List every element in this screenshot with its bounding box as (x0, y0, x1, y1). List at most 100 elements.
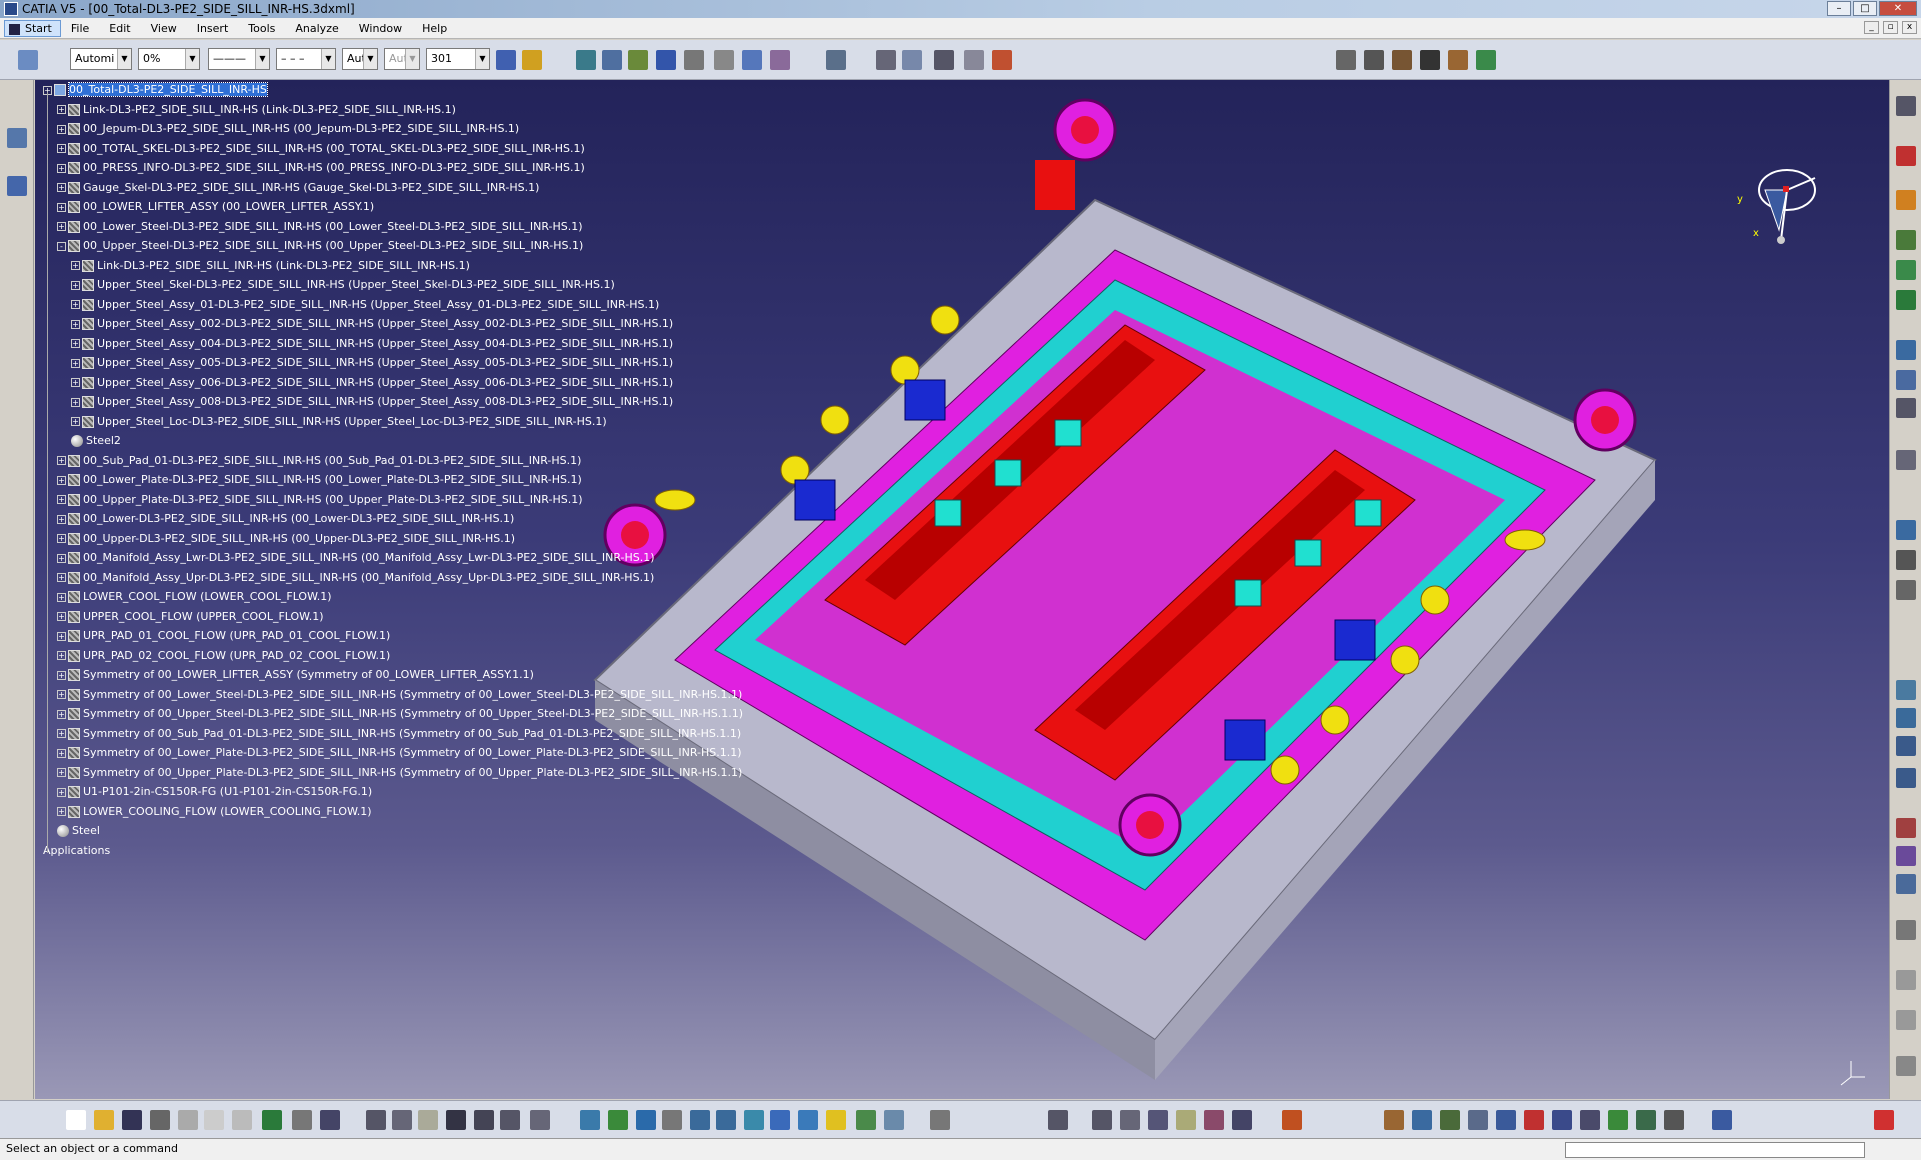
menu-edit[interactable]: Edit (99, 22, 140, 35)
new-part-icon[interactable] (1896, 260, 1916, 280)
tree-node[interactable]: + LOWER_COOL_FLOW (LOWER_COOL_FLOW.1) (57, 589, 332, 605)
tree-node[interactable]: +00_LOWER_LIFTER_ASSY (00_LOWER_LIFTER_A… (57, 199, 374, 215)
expand-toggle-icon[interactable]: + (57, 456, 66, 465)
menu-start[interactable]: Start (4, 19, 61, 37)
expand-toggle-icon[interactable]: + (71, 300, 80, 309)
save-data-icon[interactable] (1420, 50, 1440, 70)
filter-icon[interactable] (1608, 1110, 1628, 1130)
tree-node[interactable]: + Symmetry of 00_Sub_Pad_01-DL3-PE2_SIDE_… (57, 726, 741, 742)
auto-combo[interactable]: Automi ▼ (70, 48, 132, 70)
tree-node[interactable]: + Upper_Steel_Loc-DL3-PE2_SIDE_SILL_INR-H… (71, 414, 607, 430)
move-icon[interactable] (684, 50, 704, 70)
options-icon[interactable] (1412, 1110, 1432, 1130)
annotation-side-icon[interactable] (1896, 920, 1916, 940)
print-icon[interactable] (150, 1110, 170, 1130)
measure-bottom-icon[interactable] (930, 1110, 950, 1130)
expand-toggle-icon[interactable]: + (71, 261, 80, 270)
expand-toggle-icon[interactable]: + (57, 495, 66, 504)
camera-icon[interactable] (1896, 970, 1916, 990)
expand-toggle-icon[interactable]: + (57, 768, 66, 777)
drawing-icon[interactable] (1896, 768, 1916, 788)
expand-toggle-icon[interactable]: + (57, 787, 66, 797)
tree-node[interactable]: +00_Jepum-DL3-PE2_SIDE_SILL_INR-HS (00_J… (57, 121, 519, 137)
tool-icon[interactable] (1148, 1110, 1168, 1130)
expand-toggle-icon[interactable]: + (57, 592, 66, 602)
component-icon[interactable] (628, 50, 648, 70)
tree-node[interactable]: + Symmetry of 00_Upper_Plate-DL3-PE2_SIDE… (57, 765, 742, 781)
rotate-icon[interactable] (662, 1110, 682, 1130)
table-icon[interactable] (446, 1110, 466, 1130)
light-icon[interactable] (1896, 874, 1916, 894)
knowledge-icon[interactable] (392, 1110, 412, 1130)
analysis-icon[interactable] (1092, 1110, 1112, 1130)
gear-icon[interactable] (1120, 1110, 1140, 1130)
expand-toggle-icon[interactable]: + (71, 358, 80, 368)
expand-toggle-icon[interactable]: + (57, 163, 66, 173)
specs-icon[interactable] (1664, 1110, 1684, 1130)
link-icon[interactable] (1468, 1110, 1488, 1130)
cube-icon[interactable] (1896, 680, 1916, 700)
expand-toggle-icon[interactable]: + (57, 124, 66, 134)
bolt-icon[interactable] (1392, 50, 1412, 70)
layout-icon[interactable] (1896, 736, 1916, 756)
scene-icon[interactable] (1896, 580, 1916, 600)
texture-icon[interactable] (1204, 1110, 1224, 1130)
graph-icon[interactable] (474, 1110, 494, 1130)
cut-icon[interactable] (178, 1110, 198, 1130)
flag-icon[interactable] (964, 50, 984, 70)
measure-icon[interactable] (826, 50, 846, 70)
normal-view-icon[interactable] (744, 1110, 764, 1130)
insert-component-icon[interactable] (1896, 230, 1916, 250)
tree-node[interactable]: + Link-DL3-PE2_SIDE_SILL_INR-HS (Link-DL3… (71, 258, 470, 274)
compass-widget[interactable]: y x (1735, 160, 1825, 260)
sketch-icon[interactable] (7, 128, 27, 148)
tree-node[interactable]: Applications (43, 843, 110, 859)
tree-node[interactable]: +00_Manifold_Assy_Upr-DL3-PE2_SIDE_SILL_… (57, 570, 654, 586)
expand-toggle-icon[interactable]: + (57, 144, 66, 153)
tree-node[interactable]: + Upper_Steel_Assy_005-DL3-PE2_SIDE_SILL_… (71, 355, 673, 371)
material-icon[interactable] (1896, 846, 1916, 866)
expand-toggle-icon[interactable]: + (57, 573, 66, 582)
reorder-icon[interactable] (1896, 398, 1916, 418)
expand-toggle-icon[interactable]: + (57, 670, 66, 680)
menu-window[interactable]: Window (349, 22, 412, 35)
doc-restore-button[interactable]: ▫ (1883, 21, 1898, 34)
zoom-out-icon[interactable] (716, 1110, 736, 1130)
doc-close-button[interactable]: x (1902, 21, 1917, 34)
tree-node[interactable]: + Gauge_Skel-DL3-PE2_SIDE_SILL_INR-HS (Ga… (57, 180, 539, 196)
multi-view-icon[interactable] (770, 1110, 790, 1130)
select-arrow-icon[interactable] (1896, 190, 1916, 210)
table-edit-icon[interactable] (1636, 1110, 1656, 1130)
expand-toggle-icon[interactable]: + (57, 534, 66, 543)
expand-toggle-icon[interactable]: + (57, 631, 66, 641)
tree-node[interactable]: +00_TOTAL_SKEL-DL3-PE2_SIDE_SILL_INR-HS … (57, 141, 585, 157)
expand-toggle-icon[interactable]: + (57, 709, 66, 719)
tree-node[interactable]: +00_Sub_Pad_01-DL3-PE2_SIDE_SILL_INR-HS … (57, 453, 581, 469)
doc-minimize-button[interactable]: _ (1864, 21, 1879, 34)
tree-node[interactable]: Steel (57, 823, 100, 839)
update-icon[interactable] (1048, 1110, 1068, 1130)
new-product-icon[interactable] (1896, 290, 1916, 310)
expand-toggle-icon[interactable]: + (71, 378, 80, 387)
text-abc-icon[interactable] (902, 50, 922, 70)
menu-analyze[interactable]: Analyze (285, 22, 348, 35)
tree-node[interactable]: Steel2 (71, 433, 121, 449)
tree-node[interactable]: + Link-DL3-PE2_SIDE_SILL_INR-HS (Link-DL3… (57, 102, 456, 118)
part-icon[interactable] (656, 50, 676, 70)
command-input[interactable] (1565, 1142, 1865, 1158)
macro-icon[interactable] (530, 1110, 550, 1130)
copy-icon[interactable] (204, 1110, 224, 1130)
expand-toggle-icon[interactable]: + (71, 280, 80, 290)
tree-node[interactable]: +00_Total-DL3-PE2_SIDE_SILL_INR-HS (43, 82, 268, 98)
replace-icon[interactable] (1896, 340, 1916, 360)
brush-icon[interactable] (522, 50, 542, 70)
edit-links-icon[interactable] (1496, 1110, 1516, 1130)
swap-space-icon[interactable] (884, 1110, 904, 1130)
open-icon[interactable] (94, 1110, 114, 1130)
expand-toggle-icon[interactable]: + (57, 612, 66, 621)
pdf-icon[interactable] (1896, 146, 1916, 166)
expand-toggle-icon[interactable]: + (57, 514, 66, 524)
expand-toggle-icon[interactable]: + (71, 319, 80, 329)
axis-icon[interactable] (876, 50, 896, 70)
whats-this-icon[interactable] (320, 1110, 340, 1130)
